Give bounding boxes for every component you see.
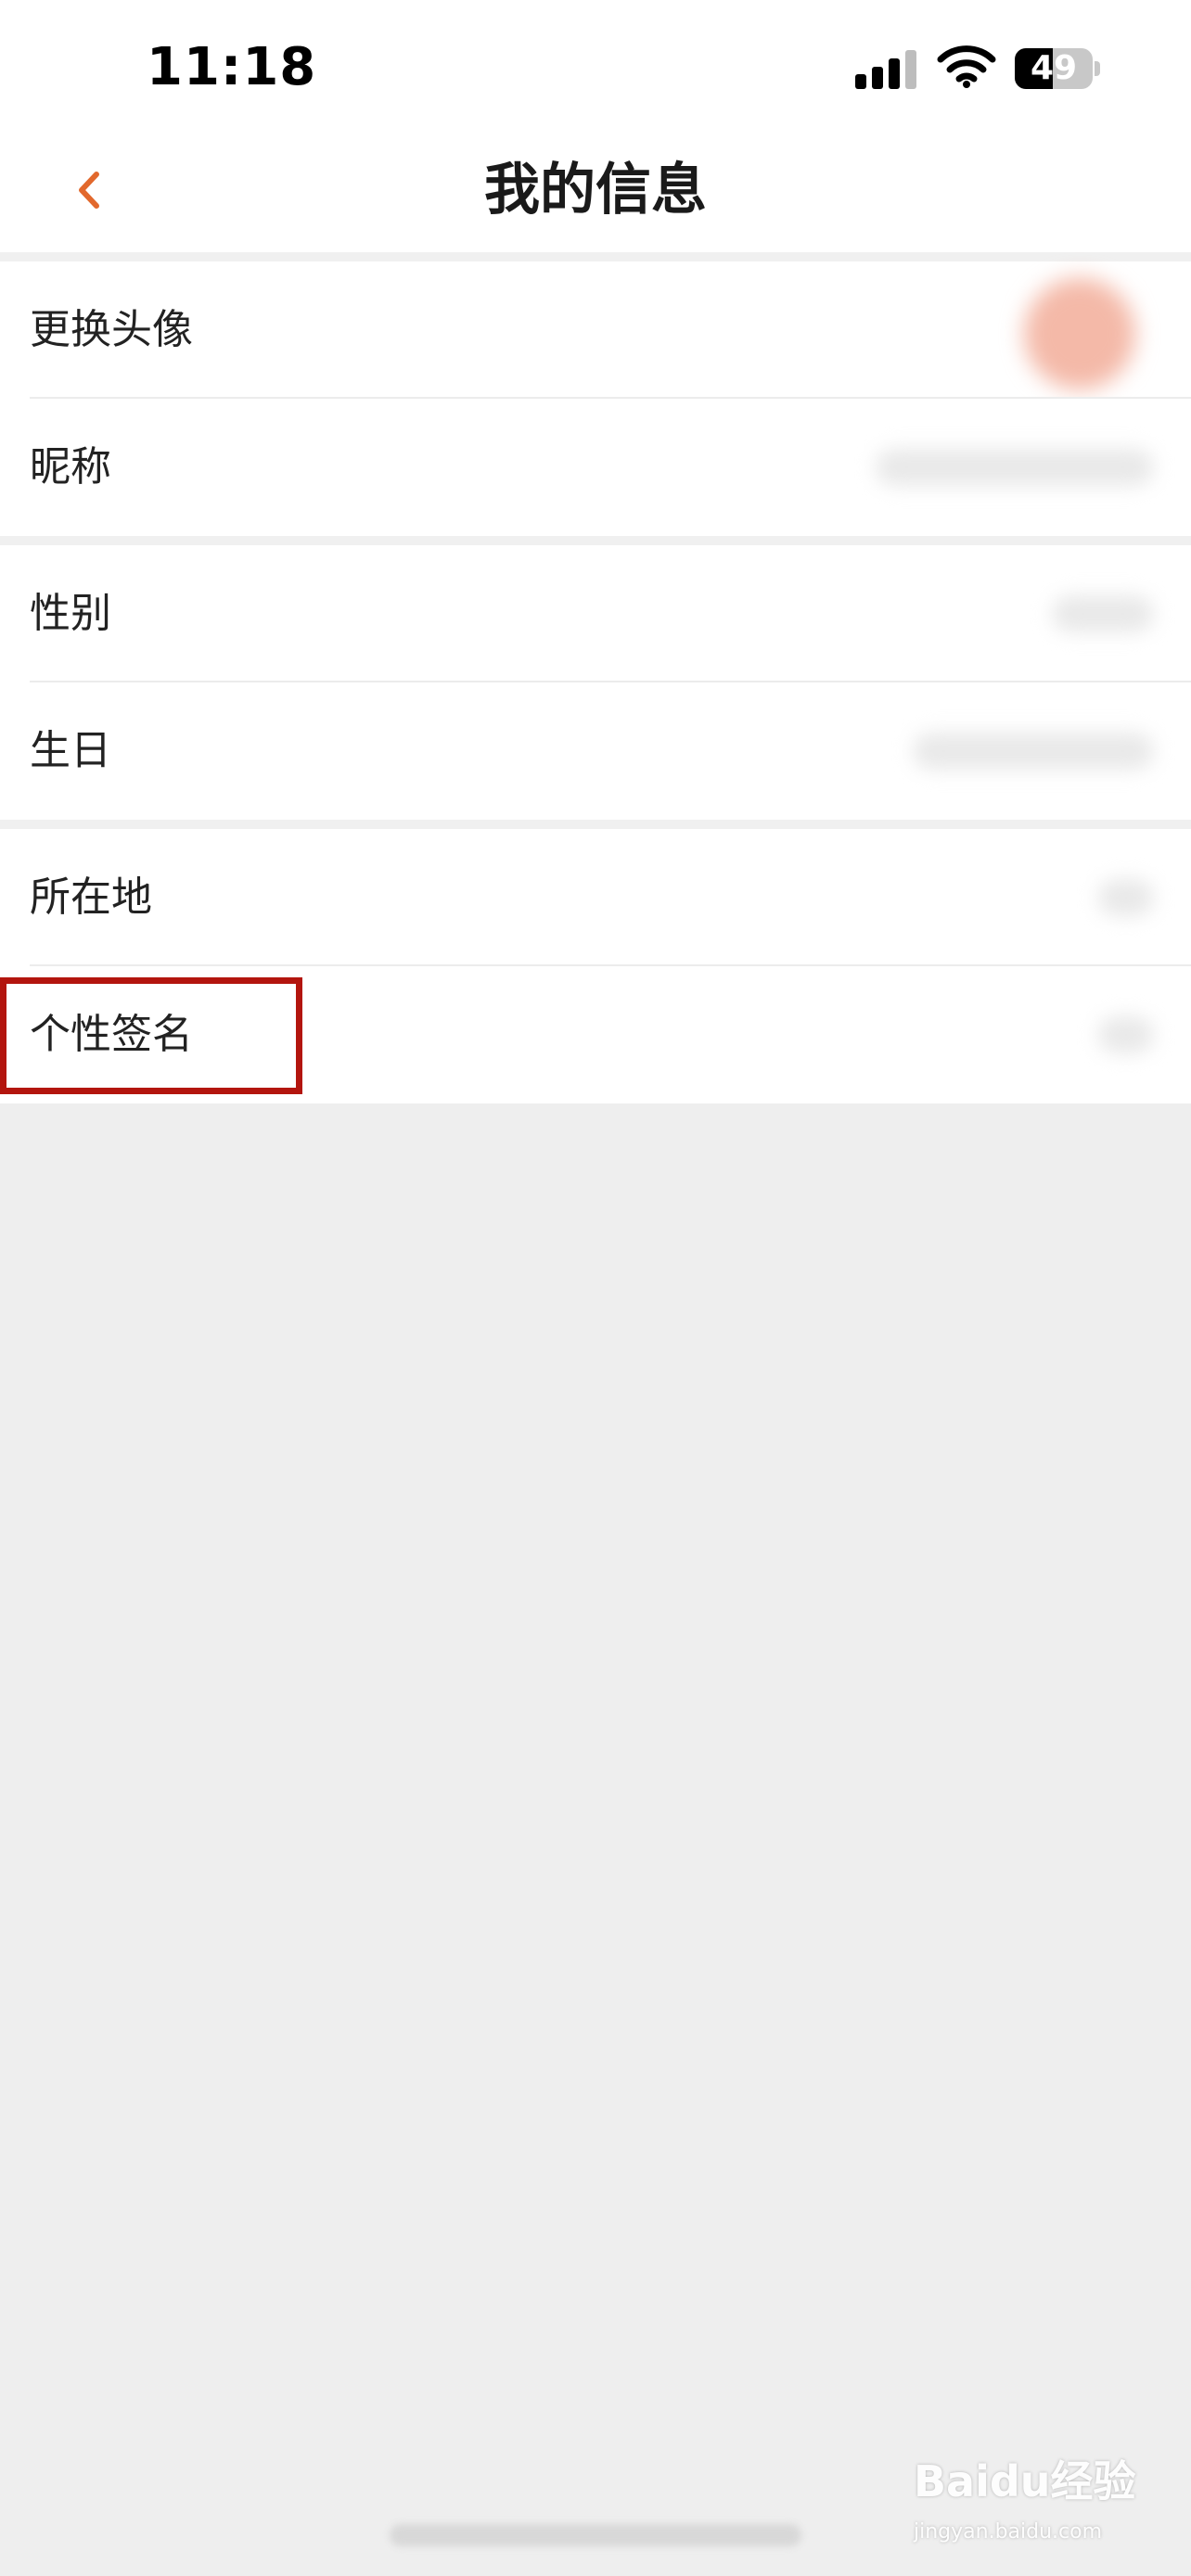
back-button[interactable] — [56, 158, 121, 223]
row-label: 性别 — [30, 590, 111, 637]
row-gender[interactable]: 性别 — [0, 545, 1191, 682]
section-gap — [0, 820, 1191, 829]
blurred-value — [876, 449, 1154, 486]
watermark-url: jingyan.baidu.com — [914, 2520, 1103, 2544]
status-time: 11:18 — [147, 37, 317, 97]
row-birthday[interactable]: 生日 — [0, 682, 1191, 820]
row-location[interactable]: 所在地 — [0, 829, 1191, 966]
row-label: 所在地 — [30, 874, 152, 921]
info-list: 更换头像 昵称 性别 生日 所在地 个性签名 — [0, 252, 1191, 1103]
avatar — [1024, 278, 1135, 389]
navigation-bar: 我的信息 — [0, 139, 1191, 252]
battery-percent: 49 — [1030, 49, 1078, 87]
home-indicator — [390, 2524, 801, 2546]
row-label: 昵称 — [30, 443, 111, 491]
cellular-signal-icon — [855, 50, 916, 89]
watermark: Baidu经验 — [914, 2456, 1136, 2506]
chevron-left-icon — [79, 172, 99, 209]
section-gap — [0, 252, 1191, 261]
blurred-value — [1098, 1016, 1154, 1053]
page-title: 我的信息 — [484, 158, 707, 223]
wifi-icon — [937, 45, 996, 88]
row-label: 更换头像 — [30, 306, 193, 353]
section-gap — [0, 536, 1191, 545]
blurred-value — [1052, 595, 1154, 632]
blurred-value — [1098, 879, 1154, 916]
row-nickname[interactable]: 昵称 — [0, 399, 1191, 536]
row-change-avatar[interactable]: 更换头像 — [0, 261, 1191, 399]
highlight-box — [0, 977, 302, 1094]
row-label: 生日 — [30, 727, 111, 774]
status-bar: 11:18 49 — [0, 0, 1191, 139]
battery-indicator: 49 — [1015, 48, 1093, 89]
blurred-value — [913, 733, 1154, 770]
battery-tip — [1095, 61, 1100, 76]
